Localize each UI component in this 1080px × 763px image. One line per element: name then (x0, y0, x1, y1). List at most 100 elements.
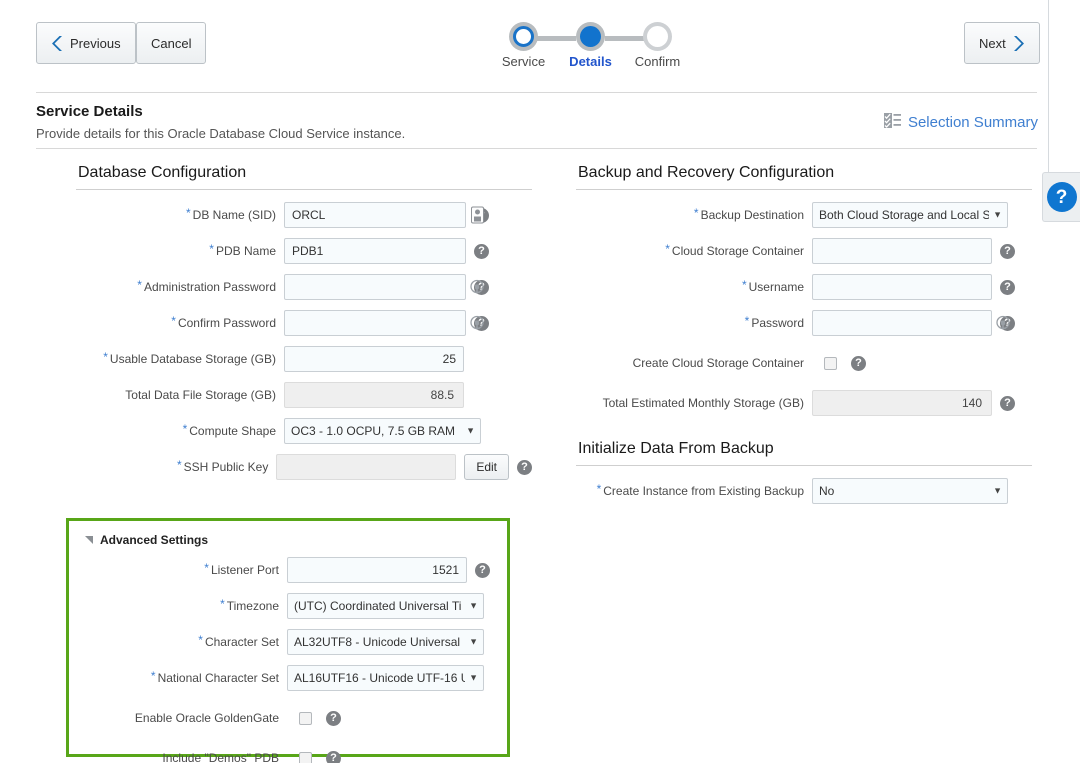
create-cloud-storage-container-label: Create Cloud Storage Container (632, 356, 804, 370)
required-marker: * (596, 482, 602, 496)
total-estimated-monthly-storage-value: 140 (812, 390, 992, 416)
header-divider-bottom (36, 148, 1037, 149)
required-marker: * (137, 278, 142, 292)
selection-summary-link[interactable]: Selection Summary (883, 113, 1038, 132)
checklist-icon (883, 113, 901, 132)
include-demos-pdb-checkbox[interactable] (299, 751, 312, 763)
database-configuration-title: Database Configuration (78, 164, 247, 181)
username-label: Username (748, 280, 804, 294)
field-row-ssh-public-key: * SSH Public Key Edit ? (76, 454, 532, 480)
listener-port-input[interactable] (287, 557, 467, 583)
stepper-label-service[interactable]: Service (502, 54, 545, 69)
national-character-set-select[interactable]: AL16UTF16 - Unicode UTF-16 U (287, 665, 484, 691)
listener-port-label: Listener Port (210, 563, 279, 577)
db-name-input[interactable] (284, 202, 466, 228)
initialize-data-from-backup-section: Initialize Data From Backup * Create Ins… (576, 440, 1032, 504)
field-row-character-set: * Character Set AL32UTF8 - Unicode Unive… (75, 629, 497, 655)
usable-storage-label: Usable Database Storage (GB) (109, 352, 276, 366)
stepper-step-details[interactable] (576, 22, 605, 51)
help-icon-ssh-public-key[interactable]: ? (517, 459, 532, 475)
database-configuration-section: Database Configuration * DB Name (SID) ?… (76, 164, 532, 490)
ssh-public-key-edit-button[interactable]: Edit (464, 454, 509, 480)
help-icon-create-cloud-storage-container[interactable]: ? (851, 355, 866, 371)
field-row-include-demos-pdb: Include "Demos" PDB ? (75, 745, 497, 763)
previous-button[interactable]: Previous (36, 22, 136, 64)
required-marker: * (185, 206, 191, 220)
pdb-name-input[interactable] (284, 238, 466, 264)
badge-icon[interactable] (468, 206, 486, 225)
field-row-timezone: * Timezone (UTC) Coordinated Universal T… (75, 593, 497, 619)
username-input[interactable] (812, 274, 992, 300)
advanced-settings-title: Advanced Settings (100, 533, 209, 547)
stepper-step-confirm[interactable] (643, 22, 672, 51)
help-icon-include-demos-pdb[interactable]: ? (326, 750, 341, 763)
admin-password-input[interactable] (284, 274, 466, 300)
timezone-select[interactable]: (UTC) Coordinated Universal Ti (287, 593, 484, 619)
field-row-cloud-storage-container: * Cloud Storage Container ? (576, 238, 1032, 264)
field-row-create-instance-from-backup: * Create Instance from Existing Backup N… (576, 478, 1032, 504)
total-data-file-storage-value: 88.5 (284, 382, 464, 408)
field-row-backup-password: * Password ? (576, 310, 1032, 336)
help-icon-enable-goldengate[interactable]: ? (326, 710, 341, 726)
required-marker: * (209, 242, 214, 256)
field-row-national-character-set: * National Character Set AL16UTF16 - Uni… (75, 665, 497, 691)
lock-icon[interactable] (468, 278, 486, 297)
side-panel-edge (1048, 0, 1049, 172)
field-row-total-data-file-storage: Total Data File Storage (GB) 88.5 (76, 382, 532, 408)
field-row-username: * Username ? (576, 274, 1032, 300)
stepper-label-confirm[interactable]: Confirm (635, 54, 681, 69)
help-icon-cloud-storage-container[interactable]: ? (1000, 243, 1015, 259)
required-marker: * (150, 669, 156, 683)
character-set-select[interactable]: AL32UTF8 - Unicode Universal (287, 629, 484, 655)
create-instance-from-backup-select[interactable]: No (812, 478, 1008, 504)
field-row-create-cloud-storage-container: Create Cloud Storage Container ? (576, 350, 1032, 376)
compute-shape-label: Compute Shape (189, 424, 276, 438)
timezone-label: Timezone (226, 599, 279, 613)
usable-storage-input[interactable] (284, 346, 464, 372)
field-row-pdb-name: * PDB Name ? (76, 238, 532, 264)
backup-recovery-title: Backup and Recovery Configuration (578, 164, 835, 181)
include-demos-pdb-label: Include "Demos" PDB (162, 751, 279, 763)
initialize-data-title: Initialize Data From Backup (578, 440, 774, 457)
next-button[interactable]: Next (964, 22, 1040, 64)
cloud-storage-container-input[interactable] (812, 238, 992, 264)
selection-summary-label: Selection Summary (907, 114, 1038, 131)
header-divider-top (36, 92, 1037, 93)
cancel-button[interactable]: Cancel (136, 22, 207, 64)
character-set-label: Character Set (204, 635, 279, 649)
next-button-label: Next (979, 35, 1006, 51)
required-marker: * (103, 350, 108, 364)
backup-destination-label: Backup Destination (700, 208, 804, 222)
help-icon-listener-port[interactable]: ? (475, 562, 490, 578)
help-circle-icon[interactable]: ? (1046, 182, 1077, 212)
field-row-total-estimated-monthly-storage: Total Estimated Monthly Storage (GB) 140… (576, 390, 1032, 416)
stepper-step-service[interactable] (509, 22, 538, 51)
enable-goldengate-checkbox[interactable] (299, 711, 312, 725)
create-cloud-storage-container-checkbox[interactable] (824, 356, 837, 370)
section-divider (576, 465, 1032, 466)
help-panel-tab[interactable]: ? (1042, 172, 1080, 222)
backup-password-label: Password (751, 316, 804, 330)
field-row-admin-password: * Administration Password ? (76, 274, 532, 300)
service-details-page: Previous Cancel Next Service Details Con… (0, 0, 1080, 763)
help-icon-pdb-name[interactable]: ? (474, 243, 489, 259)
required-marker: * (198, 633, 203, 647)
lock-icon[interactable] (468, 314, 486, 333)
backup-destination-select[interactable]: Both Cloud Storage and Local S (812, 202, 1008, 228)
required-marker: * (171, 314, 176, 328)
compute-shape-select[interactable]: OC3 - 1.0 OCPU, 7.5 GB RAM (284, 418, 481, 444)
backup-password-input[interactable] (812, 310, 992, 336)
advanced-settings-section: Advanced Settings * Listener Port ? * Ti… (66, 518, 510, 763)
help-icon-username[interactable]: ? (1000, 279, 1015, 295)
advanced-settings-toggle[interactable]: Advanced Settings (85, 533, 497, 547)
required-marker: * (744, 314, 750, 328)
required-marker: * (204, 561, 209, 575)
confirm-password-label: Confirm Password (177, 316, 276, 330)
field-row-db-name: * DB Name (SID) ? (76, 202, 532, 228)
help-icon-total-estimated-monthly-storage[interactable]: ? (1000, 395, 1015, 411)
lock-icon[interactable] (994, 314, 1012, 333)
ssh-public-key-label: SSH Public Key (183, 460, 269, 474)
stepper-label-details[interactable]: Details (569, 54, 612, 69)
confirm-password-input[interactable] (284, 310, 466, 336)
required-marker: * (182, 422, 188, 436)
